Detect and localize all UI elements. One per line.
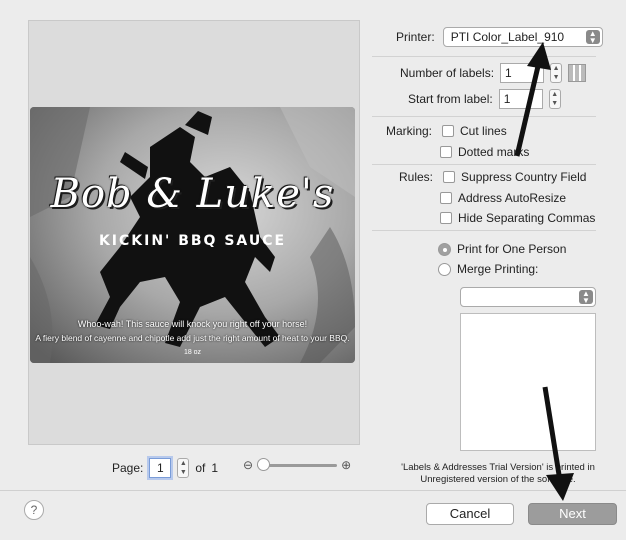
page-number-field[interactable]: 1	[149, 458, 172, 478]
page-navigator: Page: 1 ▲ ▼ of 1	[112, 458, 218, 478]
help-button[interactable]: ?	[24, 500, 44, 520]
page-total: 1	[211, 461, 219, 475]
label-preview-image: Bob & Luke's KICKIN' BBQ SAUCE Whoo-wah!…	[30, 107, 355, 363]
divider	[372, 230, 596, 231]
page-stepper[interactable]: ▲ ▼	[177, 458, 190, 478]
address-autoresize-label[interactable]: Address AutoResize	[458, 191, 566, 205]
suppress-country-label[interactable]: Suppress Country Field	[461, 170, 586, 184]
zoom-slider-knob[interactable]	[257, 457, 271, 471]
zoom-in-icon[interactable]: ⊕	[341, 458, 351, 472]
arrow-annotation-printer	[514, 42, 551, 157]
zoom-control: ⊖ ⊕	[243, 457, 351, 472]
divider	[372, 56, 596, 57]
printer-label: Printer:	[396, 30, 435, 44]
hide-commas-label[interactable]: Hide Separating Commas	[458, 211, 595, 225]
label-grid-icon[interactable]	[568, 64, 587, 82]
zoom-slider[interactable]	[257, 457, 338, 471]
hide-commas-checkbox[interactable]	[440, 212, 452, 224]
rules-label: Rules:	[399, 170, 434, 184]
cut-lines-checkbox[interactable]	[442, 125, 455, 137]
chevron-updown-icon: ▲ ▼	[585, 30, 600, 45]
number-of-labels-label: Number of labels:	[400, 66, 495, 80]
divider	[372, 164, 596, 165]
cancel-button[interactable]: Cancel	[426, 503, 514, 525]
settings-panel: Printer: PTI Color_Label_910 ▲ ▼ Number o…	[370, 0, 626, 540]
number-of-labels-row: Number of labels: 1 ▲ ▼	[400, 63, 587, 83]
label-blurb-line1: Whoo-wah! This sauce will knock you righ…	[77, 319, 308, 329]
label-blurb-line2: A fiery blend of cayenne and chipotle ad…	[35, 333, 350, 343]
printer-row: Printer: PTI Color_Label_910 ▲ ▼	[396, 27, 603, 47]
zoom-out-icon[interactable]: ⊖	[243, 458, 253, 472]
divider	[372, 116, 596, 117]
cut-lines-label[interactable]: Cut lines	[460, 124, 507, 138]
label-brand-text: Bob & Luke's	[50, 171, 335, 217]
next-button[interactable]: Next	[528, 503, 617, 525]
arrow-annotation-next	[542, 386, 574, 501]
merge-source-row: ▲ ▼	[460, 287, 596, 307]
label-weight: 18 oz	[183, 349, 202, 356]
address-autoresize-checkbox[interactable]	[440, 192, 452, 204]
merge-printing-radio[interactable]	[438, 262, 451, 276]
rules-row: Rules: Suppress Country Field	[399, 170, 586, 184]
merge-printing-row: Merge Printing:	[438, 262, 538, 276]
hide-commas-row: Hide Separating Commas	[440, 211, 595, 225]
address-autoresize-row: Address AutoResize	[440, 191, 566, 205]
marking-row: Marking: Cut lines	[386, 124, 507, 138]
chevron-updown-icon: ▲ ▼	[579, 290, 593, 305]
dotted-marks-checkbox[interactable]	[440, 146, 452, 158]
print-one-person-radio[interactable]	[438, 242, 451, 256]
suppress-country-checkbox[interactable]	[443, 171, 456, 183]
merge-printing-label[interactable]: Merge Printing:	[457, 262, 538, 276]
start-from-label-label: Start from label:	[408, 92, 493, 106]
print-one-person-row: Print for One Person	[438, 242, 566, 256]
page-label: Page:	[112, 461, 144, 475]
print-one-person-label[interactable]: Print for One Person	[457, 242, 566, 256]
label-tagline: KICKIN' BBQ SAUCE	[98, 233, 287, 249]
merge-source-select[interactable]: ▲ ▼	[460, 287, 596, 307]
marking-label: Marking:	[386, 124, 433, 138]
page-of-label: of	[195, 461, 206, 475]
